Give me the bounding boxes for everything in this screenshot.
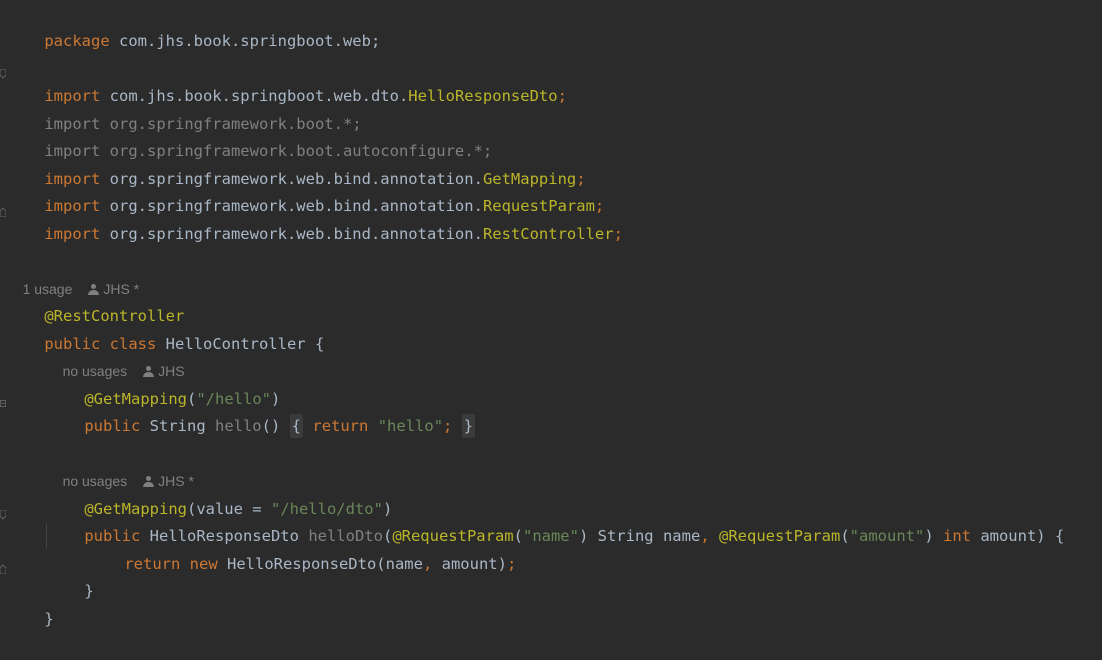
package-keyword: package bbox=[44, 32, 110, 50]
method-parens: () bbox=[261, 417, 281, 435]
import-line-6[interactable]: import org.springframework.web.bind.anno… bbox=[7, 194, 623, 243]
fold-end-icon[interactable] bbox=[0, 560, 7, 575]
return-line[interactable]: return new HelloResponseDto(name, amount… bbox=[87, 524, 516, 573]
hello-string: "hello" bbox=[377, 417, 444, 435]
method1-declaration-line[interactable]: public String hello() { return "hello"; … bbox=[47, 386, 476, 438]
import-line-3[interactable]: import org.springframework.boot.autoconf… bbox=[7, 111, 492, 160]
new-keyword: new bbox=[180, 555, 218, 573]
semicolon: ; bbox=[506, 555, 517, 573]
class-code-lens[interactable]: 1 usage JHS * bbox=[7, 249, 140, 297]
comma: , bbox=[700, 527, 710, 545]
code-editor[interactable]: package com.jhs.book.springboot.web; imp… bbox=[0, 0, 1102, 628]
import-path: org.springframework.web.bind.annotation. bbox=[100, 225, 483, 243]
import-keyword: import bbox=[44, 225, 101, 243]
name-string: "name" bbox=[522, 527, 579, 545]
import-line-5[interactable]: import org.springframework.web.bind.anno… bbox=[7, 166, 604, 215]
method1-code-lens[interactable]: no usages JHS bbox=[47, 331, 185, 379]
class-close-line[interactable]: } bbox=[7, 579, 53, 628]
class-annotation-line[interactable]: @RestController bbox=[7, 276, 184, 325]
public-keyword: public bbox=[84, 417, 141, 435]
folded-body-close[interactable]: } bbox=[461, 414, 476, 438]
fold-end-icon[interactable] bbox=[0, 203, 7, 218]
return-keyword: return bbox=[124, 555, 181, 573]
param-name: ) String name bbox=[578, 527, 701, 545]
method-name: hello bbox=[214, 417, 262, 435]
class-declaration-line[interactable]: public class HelloController { bbox=[7, 304, 324, 353]
constructor-call: HelloResponseDto(name bbox=[217, 555, 423, 573]
method2-close-line[interactable]: } bbox=[47, 551, 93, 600]
import-semicolon: ; bbox=[557, 87, 567, 105]
amount-string: "amount" bbox=[849, 527, 925, 545]
method2-declaration-line[interactable]: public HelloResponseDto helloDto(@Reques… bbox=[47, 496, 1064, 545]
paren-close: ) bbox=[924, 527, 943, 545]
import-line-1[interactable]: import com.jhs.book.springboot.web.dto.H… bbox=[7, 56, 567, 105]
comma: , bbox=[422, 555, 433, 573]
param-amount: amount) { bbox=[970, 527, 1065, 545]
closing-brace: } bbox=[84, 582, 94, 600]
import-line-2[interactable]: import org.springframework.boot.*; bbox=[7, 84, 361, 133]
fold-start-icon[interactable] bbox=[0, 65, 7, 79]
request-param-annotation: @RequestParam bbox=[709, 527, 841, 545]
method2-annotation-line[interactable]: @GetMapping(value = "/hello/dto") bbox=[47, 469, 392, 518]
package-line[interactable]: package com.jhs.book.springboot.web; bbox=[7, 1, 380, 50]
import-semicolon: ; bbox=[613, 225, 623, 243]
semicolon: ; bbox=[443, 417, 453, 435]
fold-collapsed-icon[interactable] bbox=[0, 395, 6, 407]
import-line-4[interactable]: import org.springframework.web.bind.anno… bbox=[7, 139, 585, 188]
paren-open: ( bbox=[840, 527, 850, 545]
return-type: String bbox=[140, 417, 215, 435]
import-class: RestController bbox=[482, 225, 614, 243]
return-keyword: return bbox=[312, 417, 369, 435]
int-keyword: int bbox=[942, 527, 971, 545]
indent-guide bbox=[46, 523, 47, 549]
package-name: com.jhs.book.springboot.web; bbox=[109, 32, 381, 50]
constructor-arg: amount) bbox=[432, 555, 507, 573]
method2-code-lens[interactable]: no usages JHS * bbox=[47, 441, 194, 489]
closing-brace: } bbox=[44, 610, 54, 628]
fold-start-icon[interactable] bbox=[0, 506, 7, 520]
method1-annotation-line[interactable]: @GetMapping("/hello") bbox=[47, 359, 280, 408]
folded-body-open[interactable]: { bbox=[289, 414, 304, 438]
import-class: HelloResponseDto bbox=[408, 87, 558, 105]
